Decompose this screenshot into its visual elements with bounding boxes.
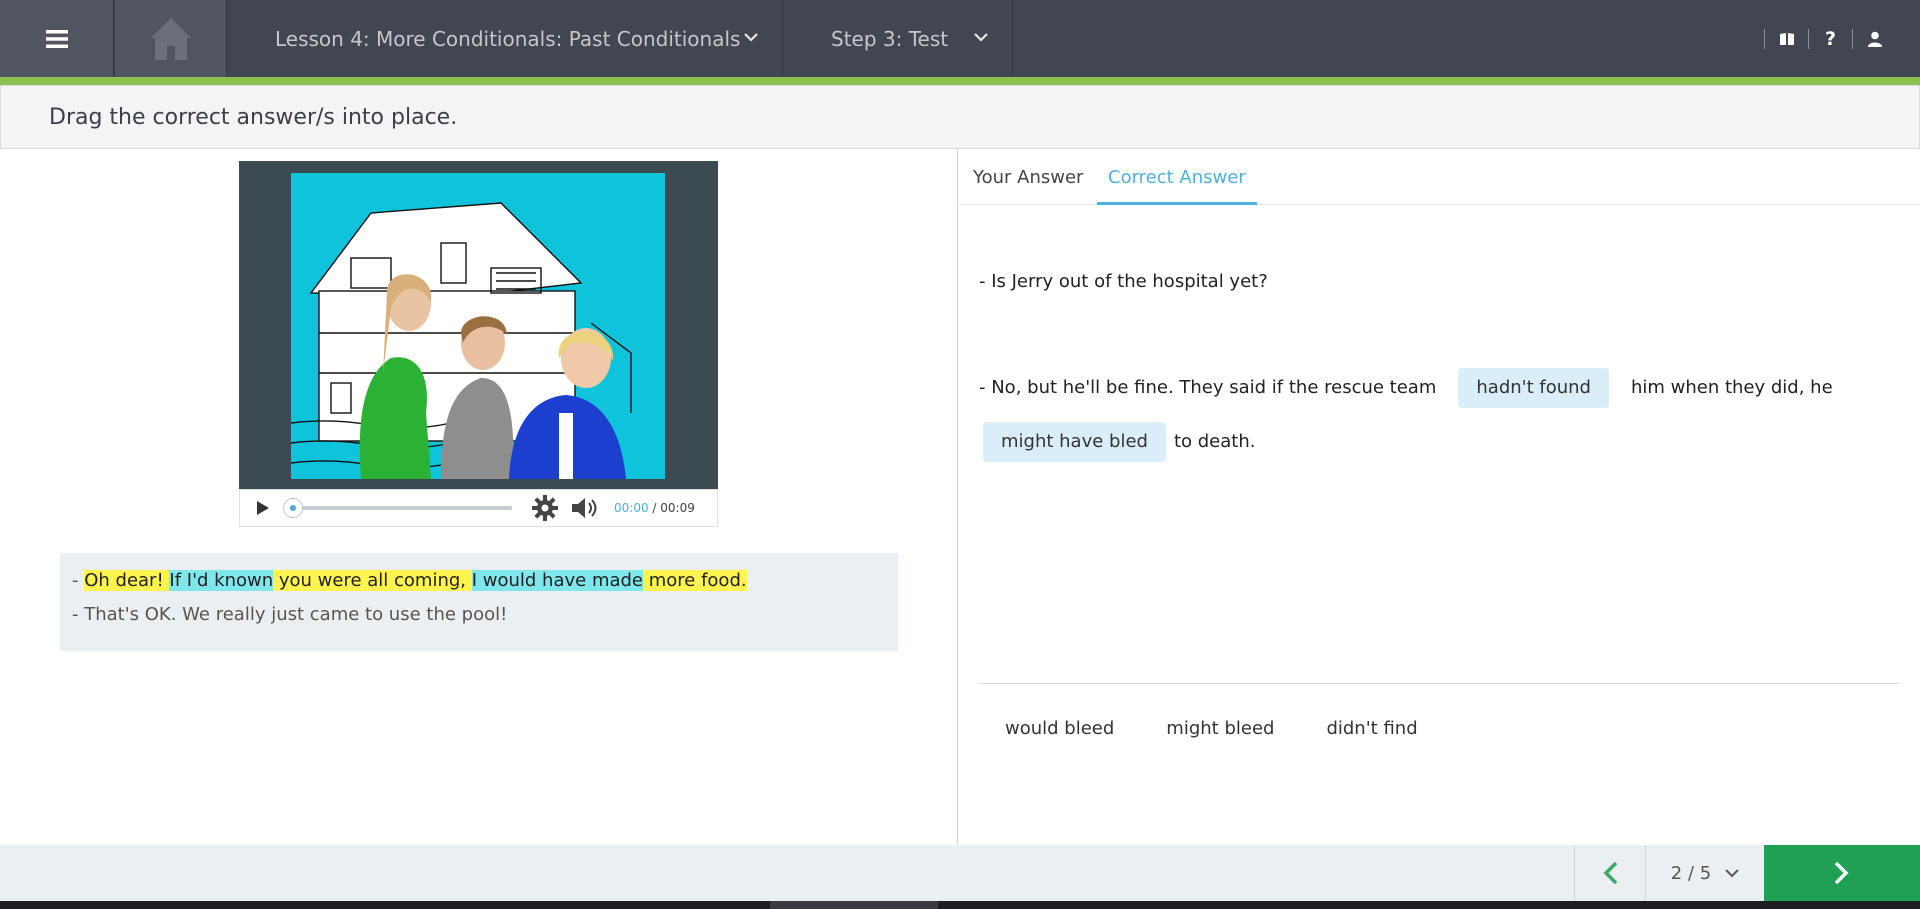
word-bank-item[interactable]: would bleed bbox=[979, 709, 1140, 749]
page-select[interactable]: 2 / 5 bbox=[1645, 845, 1764, 901]
transcript-dash: - bbox=[72, 570, 85, 591]
word-bank-item[interactable]: didn't find bbox=[1300, 709, 1443, 749]
next-button[interactable] bbox=[1764, 845, 1920, 901]
question-line-2: - No, but he'll be fine. They said if th… bbox=[979, 361, 1899, 469]
sentence-part: to death. bbox=[1173, 431, 1256, 452]
volume-icon[interactable] bbox=[572, 496, 602, 520]
media-panel: 00:00 / 00:09 - Oh dear! If I'd known yo… bbox=[0, 149, 958, 845]
lesson-label: Lesson 4: More Conditionals: Past Condit… bbox=[275, 26, 741, 51]
help-button[interactable]: ? bbox=[1808, 27, 1852, 50]
question-line-1: - Is Jerry out of the hospital yet? bbox=[979, 271, 1268, 292]
video-player[interactable]: 00:00 / 00:09 bbox=[239, 161, 718, 527]
divider bbox=[979, 683, 1899, 684]
gear-icon[interactable] bbox=[532, 495, 558, 521]
answer-slot-2[interactable]: might have bled bbox=[983, 422, 1166, 462]
book-icon bbox=[1779, 32, 1794, 45]
user-button[interactable] bbox=[1852, 28, 1896, 49]
video-controls: 00:00 / 00:09 bbox=[239, 489, 718, 527]
scrollbar-thumb[interactable] bbox=[770, 901, 938, 909]
tab-correct-answer[interactable]: Correct Answer bbox=[1097, 167, 1257, 205]
user-icon bbox=[1867, 31, 1882, 47]
highlight-cyan: I would have made bbox=[471, 570, 644, 591]
step-label: Step 3: Test bbox=[831, 26, 949, 51]
highlight-yellow: more food. bbox=[643, 570, 747, 591]
word-bank: would bleed might bleed didn't find bbox=[979, 709, 1444, 749]
video-frame[interactable] bbox=[291, 173, 665, 479]
bottom-nav-bar: 2 / 5 bbox=[0, 845, 1920, 901]
scrubber-handle[interactable] bbox=[283, 498, 303, 518]
page-indicator: 2 / 5 bbox=[1670, 862, 1712, 884]
chevron-down-icon bbox=[1725, 869, 1739, 878]
transcript-line: - That's OK. We really just came to use … bbox=[72, 604, 508, 625]
highlight-yellow: you were all coming, bbox=[273, 570, 472, 591]
progress-accent-line bbox=[0, 77, 1920, 85]
video-time: 00:00 / 00:09 bbox=[614, 501, 695, 515]
answer-slot-1[interactable]: hadn't found bbox=[1458, 368, 1609, 408]
menu-icon bbox=[45, 29, 68, 48]
sentence-part: him when they did, he bbox=[1630, 377, 1833, 398]
highlight-cyan: If I'd known bbox=[169, 570, 274, 591]
menu-button[interactable] bbox=[0, 0, 114, 77]
transcript-line: - Oh dear! If I'd known you were all com… bbox=[72, 569, 886, 603]
word-bank-item[interactable]: might bleed bbox=[1140, 709, 1300, 749]
book-button[interactable] bbox=[1764, 28, 1808, 49]
help-icon: ? bbox=[1824, 27, 1837, 50]
video-thumbnail bbox=[291, 202, 632, 479]
transcript-box: - Oh dear! If I'd known you were all com… bbox=[60, 553, 898, 651]
lesson-select[interactable]: Lesson 4: More Conditionals: Past Condit… bbox=[227, 0, 783, 77]
tab-your-answer[interactable]: Your Answer bbox=[973, 167, 1083, 202]
chevron-right-icon bbox=[1834, 861, 1849, 885]
home-icon bbox=[150, 17, 191, 60]
answer-panel: Your Answer Correct Answer - Is Jerry ou… bbox=[959, 149, 1920, 845]
duration: 00:09 bbox=[660, 501, 695, 515]
step-select[interactable]: Step 3: Test bbox=[783, 0, 1013, 77]
home-button[interactable] bbox=[114, 0, 227, 77]
highlight-yellow: Oh dear! bbox=[84, 570, 170, 591]
time-separator: / bbox=[648, 501, 661, 515]
current-time: 00:00 bbox=[614, 501, 649, 515]
chevron-left-icon bbox=[1603, 861, 1618, 885]
chevron-down-icon bbox=[974, 33, 988, 42]
chevron-down-icon bbox=[744, 33, 758, 42]
window-scrollbar bbox=[0, 901, 1920, 909]
instruction-bar: Drag the correct answer/s into place. bbox=[0, 85, 1920, 149]
video-scrubber[interactable] bbox=[283, 498, 512, 518]
top-bar: Lesson 4: More Conditionals: Past Condit… bbox=[0, 0, 1920, 85]
header-actions: ? bbox=[1764, 0, 1920, 77]
instruction-text: Drag the correct answer/s into place. bbox=[49, 104, 458, 130]
answer-tabs: Your Answer Correct Answer bbox=[959, 149, 1920, 205]
play-button[interactable] bbox=[254, 499, 272, 517]
sentence-part: - No, but he'll be fine. They said if th… bbox=[979, 377, 1437, 398]
previous-button[interactable] bbox=[1574, 845, 1645, 901]
play-icon bbox=[257, 501, 269, 515]
